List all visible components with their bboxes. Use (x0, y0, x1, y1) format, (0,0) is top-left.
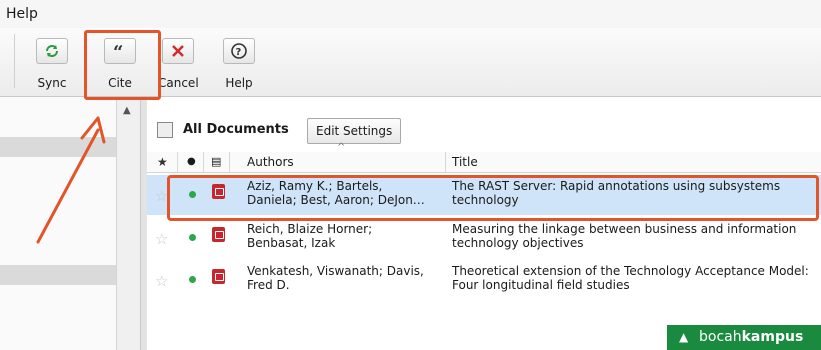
sync-icon (36, 38, 68, 64)
watermark-text-part2: kampus (741, 329, 804, 345)
row-title: Measuring the linkage between business a… (452, 222, 797, 250)
column-divider (203, 152, 204, 172)
read-status-column-icon[interactable]: ● (187, 156, 196, 167)
menu-help[interactable]: Help (6, 6, 38, 22)
watermark-logo: ▲ bocahkampus (667, 325, 821, 350)
column-divider (445, 152, 446, 172)
pdf-icon[interactable] (212, 227, 225, 242)
help-icon: ? (223, 38, 255, 64)
favorite-star-icon[interactable]: ☆ (155, 272, 168, 290)
help-label: Help (225, 76, 253, 90)
watermark-text-part1: bocah (699, 329, 742, 345)
sidebar-scrollbar[interactable]: ▲ (116, 97, 141, 350)
edit-settings-button[interactable]: Edit Settings (307, 118, 402, 144)
svg-text:?: ? (236, 47, 242, 58)
row-authors: Reich, Blaize Horner; Benbasat, Izak (247, 222, 373, 250)
sort-ascending-icon: ^ (337, 142, 346, 153)
file-column-icon[interactable]: ▤ (211, 155, 221, 168)
scroll-up-icon[interactable]: ▲ (123, 105, 131, 116)
column-header: ★ ● ▤ Authors ^ Title (147, 142, 821, 173)
cancel-button[interactable]: Cancel (158, 38, 199, 90)
authors-column-header[interactable]: Authors (247, 155, 294, 169)
pdf-icon[interactable] (212, 269, 225, 284)
cancel-label: Cancel (158, 76, 199, 90)
sync-button[interactable]: Sync (32, 38, 72, 90)
toolbar-separator (14, 34, 15, 88)
row-title: Theoretical extension of the Technology … (452, 264, 809, 292)
table-row[interactable]: ☆ Reich, Blaize Horner; Benbasat, Izak M… (147, 218, 821, 258)
column-divider (177, 152, 178, 172)
row-authors: Venkatesh, Viswanath; Davis, Fred D. (247, 264, 424, 292)
menubar: Help (0, 0, 821, 28)
help-button[interactable]: ? Help (219, 38, 259, 90)
favorite-star-icon[interactable]: ☆ (155, 230, 168, 248)
page-title: All Documents (183, 122, 289, 137)
mortarboard-icon: ▲ (679, 330, 689, 344)
title-column-header[interactable]: Title (452, 155, 478, 169)
documents-pane: All Documents Edit Settings ★ ● ▤ Author… (147, 97, 821, 350)
read-status-icon (189, 276, 196, 283)
selected-row-highlight-box (167, 175, 819, 221)
favorite-column-star-icon[interactable]: ★ (157, 155, 168, 169)
table-row[interactable]: ☆ Venkatesh, Viswanath; Davis, Fred D. T… (147, 260, 821, 300)
read-status-icon (189, 234, 196, 241)
documents-icon (157, 122, 173, 138)
sync-label: Sync (37, 76, 67, 90)
column-divider (229, 152, 230, 172)
cite-highlight-box (84, 30, 161, 100)
close-icon (162, 38, 194, 64)
